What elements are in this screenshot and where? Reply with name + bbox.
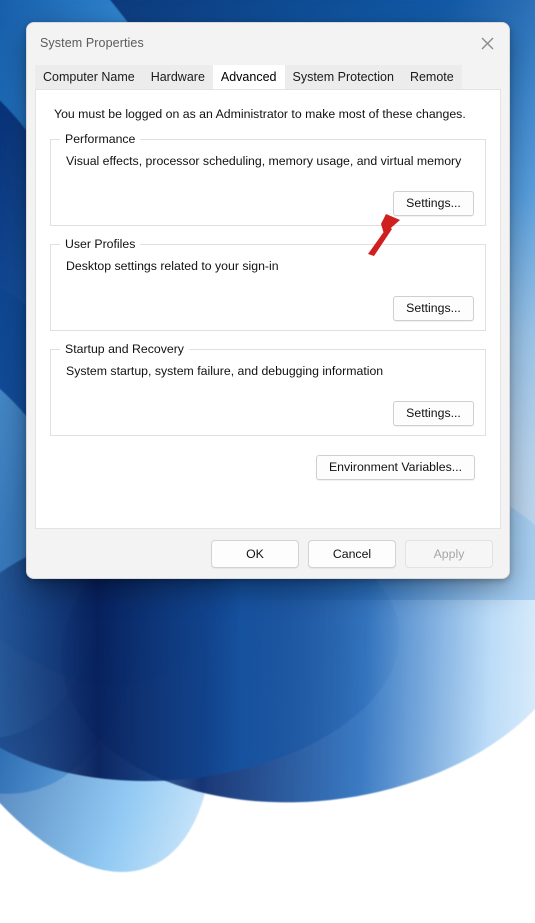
group-title-startup-and-recovery: Startup and Recovery bbox=[60, 342, 189, 357]
close-icon[interactable] bbox=[465, 23, 509, 63]
user-profiles-settings-button[interactable]: Settings... bbox=[393, 296, 474, 321]
dialog-titlebar: System Properties bbox=[27, 23, 509, 63]
dialog-footer: OK Cancel Apply bbox=[27, 529, 509, 578]
system-properties-dialog: System Properties Computer Name Hardware… bbox=[26, 22, 510, 579]
group-startup-and-recovery: Startup and Recovery System startup, sys… bbox=[50, 349, 486, 436]
ok-button[interactable]: OK bbox=[211, 540, 299, 568]
environment-variables-button[interactable]: Environment Variables... bbox=[316, 455, 475, 480]
group-performance: Performance Visual effects, processor sc… bbox=[50, 139, 486, 226]
dialog-title: System Properties bbox=[40, 36, 144, 50]
tab-hardware[interactable]: Hardware bbox=[143, 65, 213, 89]
group-description-performance: Visual effects, processor scheduling, me… bbox=[66, 154, 473, 168]
tab-advanced[interactable]: Advanced bbox=[213, 65, 285, 89]
performance-settings-button[interactable]: Settings... bbox=[393, 191, 474, 216]
tab-strip: Computer Name Hardware Advanced System P… bbox=[27, 63, 509, 89]
startup-recovery-settings-button[interactable]: Settings... bbox=[393, 401, 474, 426]
administrator-note: You must be logged on as an Administrato… bbox=[54, 107, 486, 121]
group-title-user-profiles: User Profiles bbox=[60, 237, 140, 252]
environment-variables-row: Environment Variables... bbox=[50, 455, 486, 480]
group-description-user-profiles: Desktop settings related to your sign-in bbox=[66, 259, 473, 273]
apply-button: Apply bbox=[405, 540, 493, 568]
group-title-performance: Performance bbox=[60, 132, 140, 147]
cancel-button[interactable]: Cancel bbox=[308, 540, 396, 568]
group-user-profiles: User Profiles Desktop settings related t… bbox=[50, 244, 486, 331]
group-description-startup-and-recovery: System startup, system failure, and debu… bbox=[66, 364, 473, 378]
tab-content-advanced: You must be logged on as an Administrato… bbox=[35, 89, 501, 529]
tab-system-protection[interactable]: System Protection bbox=[285, 65, 402, 89]
tab-remote[interactable]: Remote bbox=[402, 65, 462, 89]
tab-computer-name[interactable]: Computer Name bbox=[35, 65, 143, 89]
